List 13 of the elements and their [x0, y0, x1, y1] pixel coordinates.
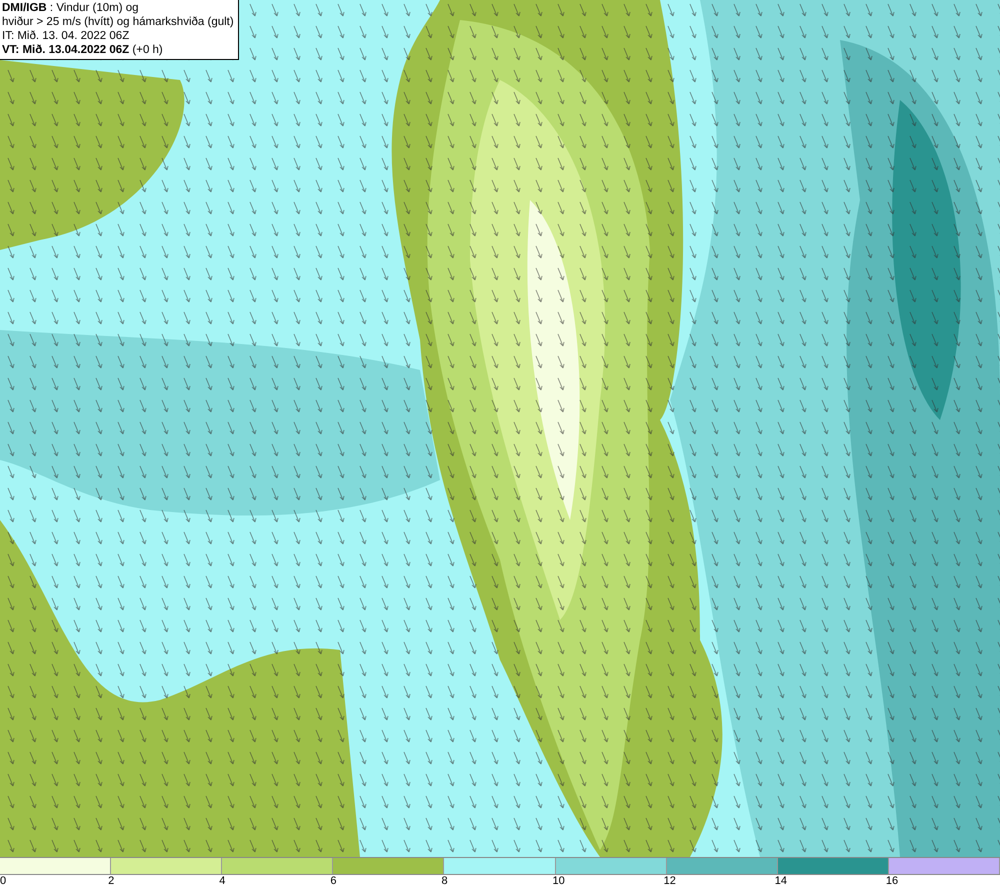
info-text: DMI/IGB : Vindur (10m) og	[2, 1, 140, 15]
scale-label: 6	[330, 875, 336, 887]
scale-label: 16	[886, 875, 898, 887]
info-text: hviður > 25 m/s (hvítt) og hámarkshviða (gult)	[2, 15, 234, 29]
scale-label: 10	[552, 875, 565, 887]
scale-label: 12	[664, 875, 676, 887]
scale-label: 4	[219, 875, 226, 887]
scale-label: 0	[0, 875, 6, 887]
scale-label: 8	[441, 875, 448, 887]
scale-label: 2	[108, 875, 114, 887]
scale-label: 14	[774, 875, 788, 887]
info-text: IT: Mið. 13. 04. 2022 06Z	[2, 29, 130, 43]
info-text: VT: Mið. 13.04.2022 06Z (+0 h)	[2, 43, 164, 57]
